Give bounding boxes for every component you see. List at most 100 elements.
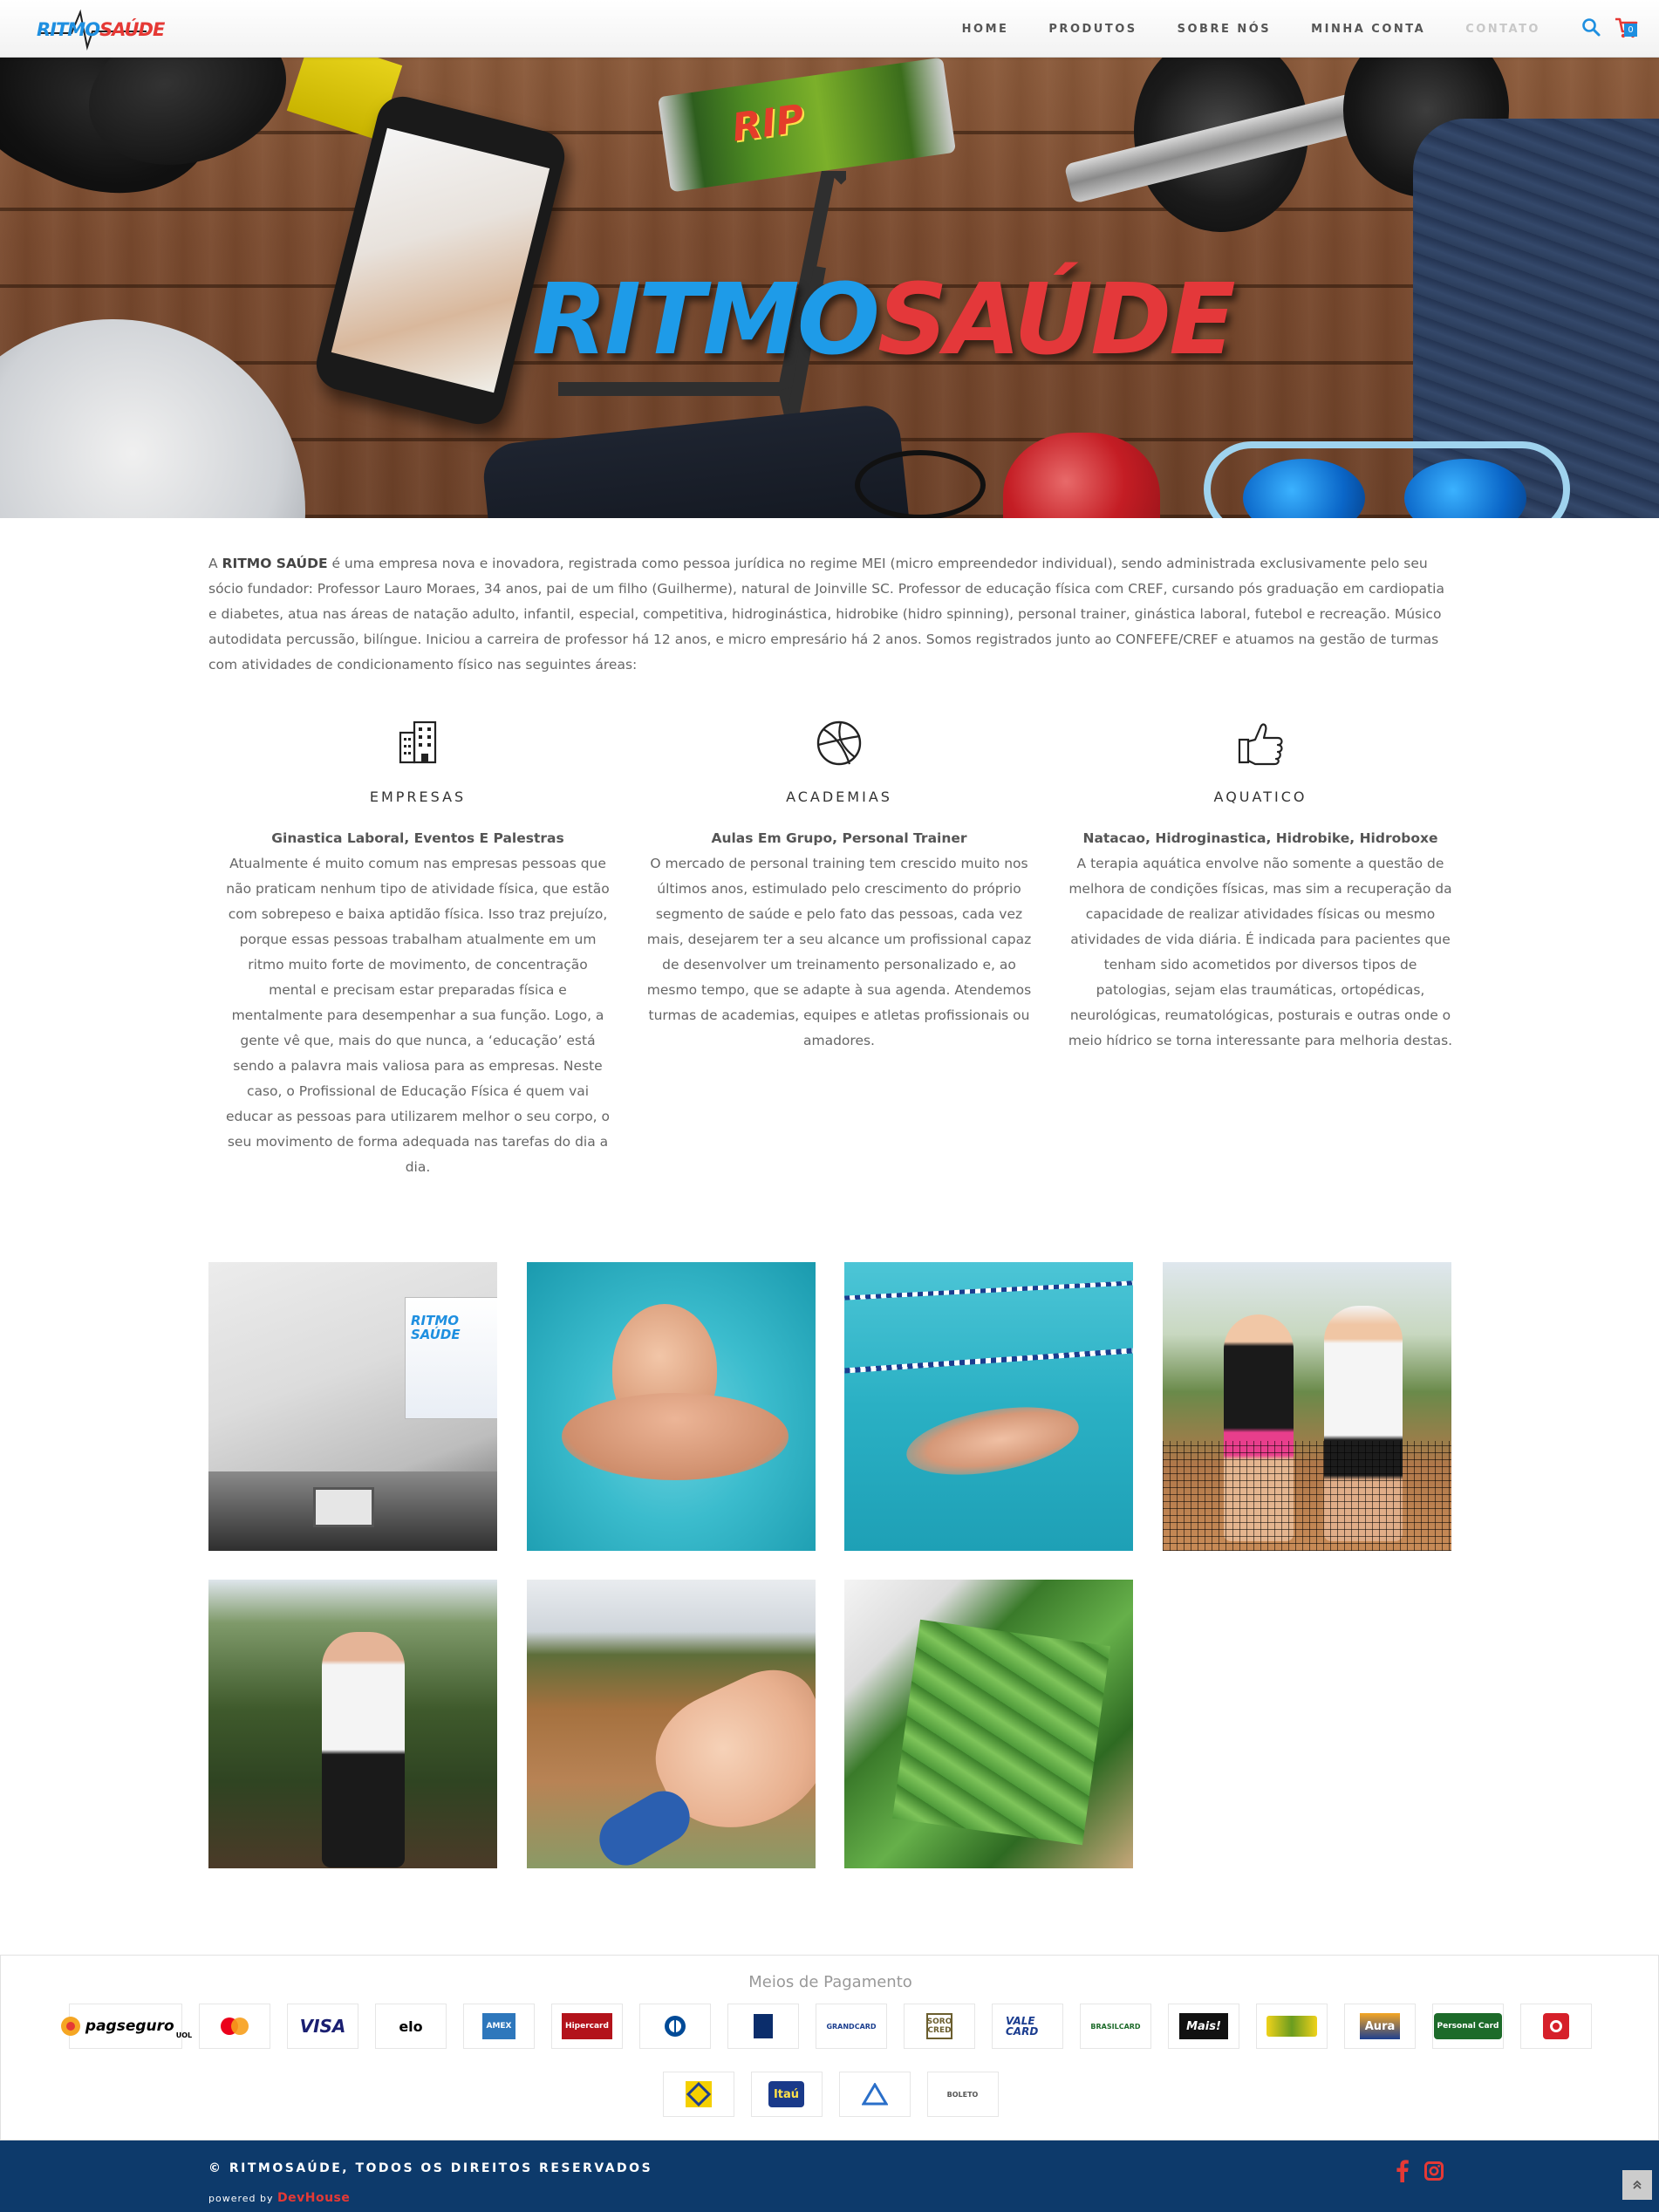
hero-title: RITMOSAÚDE [532,263,1236,377]
powered-by: powered by DevHouse [208,2191,350,2205]
aura-label: Aura [1364,2019,1396,2033]
back-to-top-icon [1633,2180,1642,2189]
hero-title-part2: SAÚDE [877,263,1236,377]
payment-logo-amex: AMEX [463,2004,535,2049]
payment-logo-mastercard [199,2004,270,2049]
intro-company-name: RITMO SAÚDE [222,556,328,571]
payment-logos-row: pagseguro UOL VISA elo AMEX Hipercard GRANDCAR… [1,2004,1659,2049]
tennis-net-image [1163,1441,1451,1551]
intro-paragraph: A RITMO SAÚDE é uma empresa nova e inova… [208,551,1451,678]
swimmer-shoulders-image [562,1393,789,1480]
grandcard-label: GRANDCARD [826,2022,877,2031]
intro-text: é uma empresa nova e inovadora, registra… [208,556,1444,672]
payment-logo-bradesco-transfer [838,2072,911,2117]
mais-label: Mais! [1186,2019,1221,2033]
shaker-bottle-image [1003,433,1160,518]
nav-minha-conta[interactable]: MINHA CONTA [1311,23,1425,36]
swimmer-freestyle-photo[interactable] [844,1262,1133,1551]
product-boxes-photo[interactable] [844,1580,1133,1868]
smartphone-image [311,91,570,430]
amex-logo: AMEX [482,2013,515,2039]
payment-logo-boleto: BOLETO [926,2072,999,2117]
mais-logo: Mais! [1179,2013,1228,2039]
lane-rope-bottom [844,1348,1133,1374]
payment-logo-valecard: VALE CARD [992,2004,1063,2049]
site-header: RITMOSAÚDE HOME PRODUTOS SOBRE NÓS MINHA… [0,0,1659,58]
feature-title: EMPRESAS [369,789,467,805]
soccer-ball-image [0,319,305,518]
cabal-logo [1266,2013,1317,2039]
brasilcard-logo: BRASILCARD [1090,2013,1140,2039]
banner-image: RITMO SAÚDE [405,1297,497,1419]
visa-logo: VISA [300,2013,346,2039]
site-logo[interactable]: RITMOSAÚDE [37,7,165,51]
payment-logo-banco-do-brasil [662,2072,734,2117]
feature-title: AQUATICO [1213,789,1307,805]
instagram-icon[interactable] [1424,2161,1444,2181]
payment-title: Meios de Pagamento [748,1973,912,1991]
feature-subtitle: Natacao, Hidroginastica, Hidrobike, Hidr… [1082,830,1438,846]
payment-logo-hipercard: Hipercard [551,2004,623,2049]
sorocred-label: SORO CRED [926,2017,952,2035]
aura-box-logo [754,2013,773,2039]
hipercard-logo: Hipercard [562,2013,612,2039]
mastercard-logo [217,2013,252,2039]
payment-logo-aura-box [727,2004,799,2049]
payment-logo-banrisul [1520,2004,1592,2049]
payment-logo-aura: Aura [1344,2004,1416,2049]
search-icon[interactable] [1580,17,1601,38]
laptop-image [313,1487,374,1527]
payment-logos-row: Itaú BOLETO [1,2072,1659,2117]
sunglasses-image [855,450,986,518]
payment-logo-itau: Itaú [750,2072,823,2117]
office-photo[interactable]: RITMO SAÚDE [208,1262,497,1551]
main-nav: HOME PRODUTOS SOBRE NÓS MINHA CONTA CONT… [962,0,1540,58]
payment-logo-pagseguro: pagseguro UOL [60,2004,192,2049]
nav-home[interactable]: HOME [962,23,1009,36]
devhouse-link[interactable]: DevHouse [277,2191,350,2205]
payment-logo-sorocred: SORO CRED [904,2004,975,2049]
hipercard-label: Hipercard [565,2022,609,2031]
swimmer-goggles-photo[interactable] [527,1262,816,1551]
payment-logo-mais: Mais! [1168,2004,1239,2049]
intro-prefix: A [208,556,222,571]
nav-produtos[interactable]: PRODUTOS [1048,23,1137,36]
back-to-top-button[interactable] [1622,2170,1652,2200]
valecard-label: VALE CARD [1006,2015,1039,2038]
banner-text: RITMO SAÚDE [411,1313,461,1342]
payment-logo-cabal [1256,2004,1328,2049]
building-icon [399,720,437,764]
itau-logo: Itaú [768,2081,805,2107]
amex-label: AMEX [486,2022,512,2031]
pagseguro-sub-label: UOL [175,2031,193,2039]
boleto-label: BOLETO [946,2090,979,2099]
itau-label: Itaú [773,2087,800,2101]
runner-image [322,1632,405,1867]
personalcard-logo: Personal Card [1433,2013,1503,2039]
tennis-couple-photo[interactable] [1163,1262,1451,1551]
visa-label: VISA [299,2016,346,2037]
bradesco-transfer-logo [861,2081,888,2107]
feature-aquatico: AQUATICO Natacao, Hidroginastica, Hidrob… [1066,719,1455,1054]
payment-logo-visa: VISA [287,2004,358,2049]
motocross-snack-photo[interactable] [527,1580,816,1868]
trail-runner-photo[interactable] [208,1580,497,1868]
feature-text: A terapia aquática envolve não somente a… [1068,856,1453,1048]
nav-contato[interactable]: CONTATO [1465,23,1540,36]
powered-by-label: powered by [208,2193,274,2204]
logo-text-part1: RITMO [37,19,100,40]
smartphone-screen [331,127,550,393]
nav-sobre-nos[interactable]: SOBRE NÓS [1178,23,1272,36]
facebook-icon[interactable] [1396,2160,1410,2182]
feature-text: O mercado de personal training tem cresc… [646,856,1032,1048]
basketball-icon [816,720,862,766]
brasilcard-label: BRASILCARD [1090,2022,1141,2031]
copyright-text: © RITMOSAÚDE, TODOS OS DIREITOS RESERVAD… [208,2161,653,2175]
payment-logo-elo: elo [375,2004,447,2049]
grandcard-logo: GRANDCARD [826,2013,876,2039]
lane-rope-top [844,1280,1133,1301]
hero-banner: RIP RITMOSAÚDE [0,58,1659,518]
cart-count-badge: 0 [1624,24,1637,37]
payment-methods: Meios de Pagamento pagseguro UOL VISA elo AM… [0,1955,1659,2140]
product-bars-image [892,1619,1110,1846]
